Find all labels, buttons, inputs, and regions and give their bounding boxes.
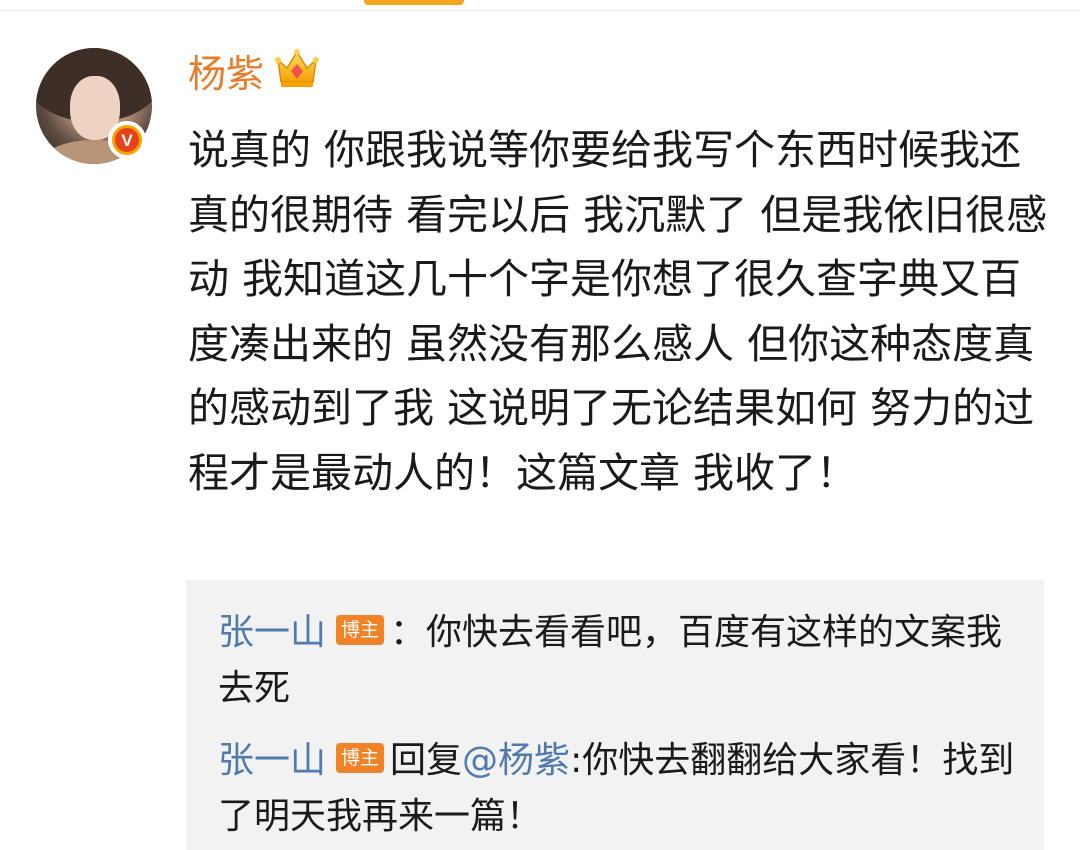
reply-author[interactable]: 张一山 bbox=[218, 612, 326, 653]
crown-vip-icon bbox=[275, 49, 319, 87]
top-tab-indicator bbox=[364, 0, 464, 5]
verified-v-badge-icon: V bbox=[108, 121, 146, 159]
reply-item[interactable]: 张一山 博主 ：你快去看看吧，百度有这样的文案我去死 bbox=[218, 605, 1018, 717]
mention-link[interactable]: @杨紫 bbox=[462, 740, 570, 781]
author-tag-badge: 博主 bbox=[336, 743, 385, 773]
post-content: 说真的 你跟我说等你要给我写个东西时候我还真的很期待 看完以后 我沉默了 但是我… bbox=[188, 126, 1048, 497]
reply-author[interactable]: 张一山 bbox=[218, 740, 326, 781]
reply-separator: ： bbox=[390, 612, 427, 653]
reply-item[interactable]: 张一山 博主 回复@杨紫:你快去翻翻给大家看！找到了明天我再来一篇！ bbox=[218, 733, 1018, 845]
reply-separator: : bbox=[570, 740, 583, 781]
top-divider bbox=[0, 0, 1080, 11]
post-username[interactable]: 杨紫 bbox=[188, 50, 264, 98]
reply-prefix: 回复 bbox=[390, 740, 463, 781]
author-tag-badge: 博主 bbox=[336, 615, 385, 645]
